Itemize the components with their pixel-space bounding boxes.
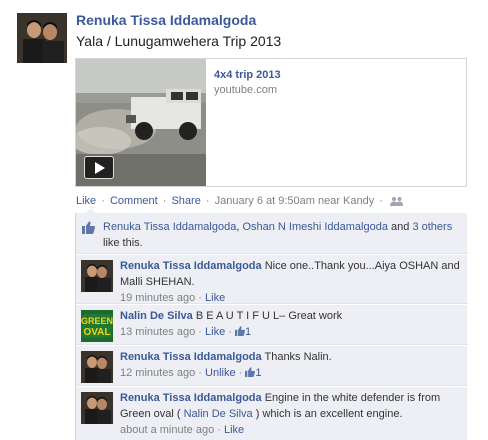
svg-text:GREEN: GREEN [81,316,113,326]
comment-text: Thanks Nalin. [264,351,332,363]
separator: · [198,326,202,338]
post-author-name[interactable]: Renuka Tissa Iddamalgoda [76,12,256,28]
separator: · [228,326,232,338]
comment-link[interactable]: Comment [110,195,158,207]
likes-and: and [391,221,410,233]
comment-like-link[interactable]: Like [205,326,225,338]
separator: , [236,221,240,233]
like-count: 1 [255,367,262,379]
post-timestamp[interactable]: January 6 at 9:50am near Kandy [215,195,375,207]
comment-like-count[interactable]: 1 [245,367,262,379]
play-icon[interactable] [84,156,114,179]
commenter-avatar[interactable]: GREEN OVAL [81,310,113,342]
comment-item: Renuka Tissa Iddamalgoda Engine in the w… [76,386,468,440]
comments-section: Renuka Tissa Iddamalgoda, Oshan N Imeshi… [75,213,468,440]
comment-author[interactable]: Renuka Tissa Iddamalgoda [120,260,262,272]
comment-author[interactable]: Renuka Tissa Iddamalgoda [120,351,262,363]
commenter-avatar[interactable] [81,351,113,383]
comment-time[interactable]: 12 minutes ago [120,367,195,379]
comment-time[interactable]: about a minute ago [120,424,214,436]
liker-name[interactable]: Oshan N Imeshi Iddamalgoda [242,221,388,233]
like-thumb-icon [245,367,256,377]
attachment-title[interactable]: 4x4 trip 2013 [214,69,281,81]
attachment-source: youtube.com [214,84,277,96]
comment-author[interactable]: Renuka Tissa Iddamalgoda [120,392,262,404]
comment-author[interactable]: Nalin De Silva [120,310,193,322]
comment-item: Renuka Tissa Iddamalgoda Nice one..Thank… [76,254,468,304]
like-count: 1 [245,326,252,338]
comment-item: Renuka Tissa Iddamalgoda Thanks Nalin. 1… [76,345,468,386]
mention-link[interactable]: Nalin De Silva [184,408,253,420]
separator: · [198,292,202,304]
post-action-bar: Like · Comment · Share · January 6 at 9:… [76,195,404,207]
comment-like-link[interactable]: Like [224,424,244,436]
liker-name[interactable]: Renuka Tissa Iddamalgoda [103,221,236,233]
likes-sentence: Renuka Tissa Iddamalgoda, Oshan N Imeshi… [76,213,468,254]
comment-like-link[interactable]: Like [205,292,225,304]
comment-time[interactable]: 13 minutes ago [120,326,195,338]
share-link[interactable]: Share [171,195,200,207]
separator: · [217,424,221,436]
separator: · [101,195,105,207]
comment-item: GREEN OVAL Nalin De Silva B E A U T I F … [76,304,468,345]
like-link[interactable]: Like [76,195,96,207]
commenter-avatar[interactable] [81,260,113,292]
post-message: Yala / Lunugamwehera Trip 2013 [76,33,282,49]
separator: · [162,195,167,207]
separator: · [198,367,202,379]
author-avatar[interactable] [17,13,67,63]
comment-unlike-link[interactable]: Unlike [205,367,236,379]
comment-like-count[interactable]: 1 [235,326,251,338]
separator: · [379,195,383,207]
separator: · [238,367,243,379]
like-thumb-icon [82,221,95,234]
comment-time[interactable]: 19 minutes ago [120,292,195,304]
comment-text: ) which is an excellent engine. [255,408,403,420]
comment-text: B E A U T I F U L– Great work [195,310,343,322]
video-attachment[interactable]: 4x4 trip 2013 youtube.com [75,58,467,187]
like-thumb-icon [235,326,245,336]
video-thumbnail[interactable] [76,59,206,186]
svg-text:OVAL: OVAL [83,327,110,338]
commenter-avatar[interactable] [81,392,113,424]
likes-others-link[interactable]: 3 others [412,221,452,233]
friends-icon[interactable] [390,196,404,207]
separator: · [205,195,210,207]
likes-suffix: like this. [103,237,143,249]
